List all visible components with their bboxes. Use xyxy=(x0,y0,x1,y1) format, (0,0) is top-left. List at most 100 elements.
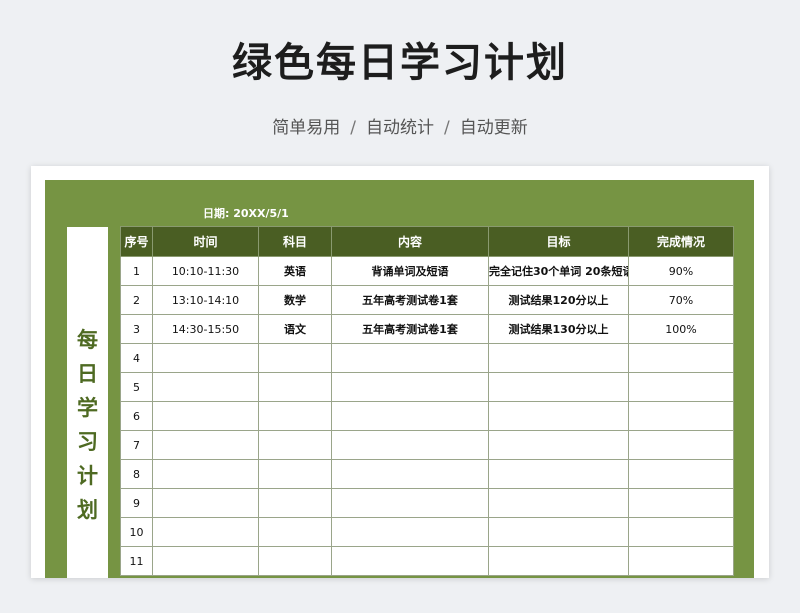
cell-goal[interactable] xyxy=(488,459,629,489)
table-body: 1 10:10-11:30 英语 背诵单词及短语 完全记住30个单词 20条短语 90% 2… xyxy=(120,256,734,576)
column-header-subject: 科目 xyxy=(258,226,332,257)
cell-time[interactable] xyxy=(152,343,259,373)
cell-no[interactable]: 6 xyxy=(120,401,153,431)
table-row: 6 xyxy=(120,401,734,431)
cell-content[interactable] xyxy=(331,401,489,431)
cell-content[interactable] xyxy=(331,343,489,373)
cell-content[interactable] xyxy=(331,459,489,489)
side-label-char: 划 xyxy=(77,498,98,522)
side-label: 每 日 学 习 计 划 xyxy=(67,227,108,578)
cell-completion[interactable]: 70% xyxy=(628,285,734,315)
subtitle: 简单易用 / 自动统计 / 自动更新 xyxy=(0,113,800,138)
cell-no[interactable]: 5 xyxy=(120,372,153,402)
table-row: 3 14:30-15:50 语文 五年高考测试卷1套 测试结果130分以上 100% xyxy=(120,314,734,344)
cell-subject[interactable] xyxy=(258,401,332,431)
cell-no[interactable]: 9 xyxy=(120,488,153,518)
table-row: 9 xyxy=(120,488,734,518)
cell-completion[interactable]: 90% xyxy=(628,256,734,286)
cell-no[interactable]: 2 xyxy=(120,285,153,315)
cell-subject[interactable]: 英语 xyxy=(258,256,332,286)
cell-content[interactable] xyxy=(331,546,489,576)
cell-content[interactable] xyxy=(331,430,489,460)
spreadsheet-preview: 日期: 20XX/5/1 每 日 学 习 计 划 序号 时间 科目 内容 目标 xyxy=(31,166,769,578)
table-row: 5 xyxy=(120,372,734,402)
column-header-no: 序号 xyxy=(120,226,153,257)
table-row: 4 xyxy=(120,343,734,373)
table-row: 7 xyxy=(120,430,734,460)
column-header-goal: 目标 xyxy=(488,226,629,257)
side-label-char: 学 xyxy=(77,396,98,420)
date-label: 日期: 20XX/5/1 xyxy=(203,207,289,220)
subtitle-separator: / xyxy=(350,118,356,138)
cell-time[interactable] xyxy=(152,430,259,460)
green-panel: 日期: 20XX/5/1 每 日 学 习 计 划 序号 时间 科目 内容 目标 xyxy=(45,180,754,578)
cell-completion[interactable] xyxy=(628,401,734,431)
cell-content[interactable]: 五年高考测试卷1套 xyxy=(331,285,489,315)
cell-completion[interactable] xyxy=(628,372,734,402)
cell-no[interactable]: 3 xyxy=(120,314,153,344)
cell-completion[interactable] xyxy=(628,459,734,489)
cell-content[interactable] xyxy=(331,517,489,547)
cell-no[interactable]: 10 xyxy=(120,517,153,547)
cell-subject[interactable] xyxy=(258,372,332,402)
cell-time[interactable] xyxy=(152,546,259,576)
cell-no[interactable]: 4 xyxy=(120,343,153,373)
cell-content[interactable] xyxy=(331,372,489,402)
column-header-completion: 完成情况 xyxy=(628,226,734,257)
cell-goal[interactable]: 完全记住30个单词 20条短语 xyxy=(488,256,629,286)
subtitle-item: 简单易用 xyxy=(272,118,341,138)
subtitle-separator: / xyxy=(444,118,450,138)
subtitle-item: 自动更新 xyxy=(459,118,528,138)
cell-goal[interactable] xyxy=(488,546,629,576)
cell-subject[interactable] xyxy=(258,459,332,489)
side-label-char: 计 xyxy=(77,464,98,488)
cell-goal[interactable]: 测试结果130分以上 xyxy=(488,314,629,344)
cell-completion[interactable] xyxy=(628,546,734,576)
cell-time[interactable]: 10:10-11:30 xyxy=(152,256,259,286)
table-row: 10 xyxy=(120,517,734,547)
table-row: 8 xyxy=(120,459,734,489)
cell-time[interactable] xyxy=(152,517,259,547)
cell-no[interactable]: 7 xyxy=(120,430,153,460)
cell-goal[interactable] xyxy=(488,488,629,518)
cell-time[interactable]: 14:30-15:50 xyxy=(152,314,259,344)
cell-subject[interactable] xyxy=(258,343,332,373)
column-header-time: 时间 xyxy=(152,226,259,257)
side-label-char: 每 xyxy=(77,328,98,352)
table-row: 11 xyxy=(120,546,734,576)
cell-completion[interactable] xyxy=(628,343,734,373)
subtitle-item: 自动统计 xyxy=(366,118,434,138)
cell-time[interactable] xyxy=(152,488,259,518)
cell-no[interactable]: 1 xyxy=(120,256,153,286)
cell-subject[interactable] xyxy=(258,517,332,547)
cell-completion[interactable] xyxy=(628,488,734,518)
cell-subject[interactable] xyxy=(258,430,332,460)
cell-subject[interactable] xyxy=(258,488,332,518)
side-label-char: 习 xyxy=(77,430,98,454)
plan-table: 序号 时间 科目 内容 目标 完成情况 1 10:10-11:30 英语 背诵单词及短… xyxy=(120,226,734,576)
cell-time[interactable] xyxy=(152,459,259,489)
cell-time[interactable] xyxy=(152,372,259,402)
cell-goal[interactable]: 测试结果120分以上 xyxy=(488,285,629,315)
table-row: 1 10:10-11:30 英语 背诵单词及短语 完全记住30个单词 20条短语 90% xyxy=(120,256,734,286)
cell-content[interactable]: 五年高考测试卷1套 xyxy=(331,314,489,344)
cell-goal[interactable] xyxy=(488,517,629,547)
cell-subject[interactable] xyxy=(258,546,332,576)
cell-goal[interactable] xyxy=(488,401,629,431)
cell-no[interactable]: 11 xyxy=(120,546,153,576)
cell-completion[interactable] xyxy=(628,430,734,460)
cell-content[interactable] xyxy=(331,488,489,518)
cell-no[interactable]: 8 xyxy=(120,459,153,489)
cell-completion[interactable] xyxy=(628,517,734,547)
cell-time[interactable] xyxy=(152,401,259,431)
cell-goal[interactable] xyxy=(488,430,629,460)
cell-goal[interactable] xyxy=(488,372,629,402)
page-title: 绿色每日学习计划 xyxy=(232,40,568,86)
cell-subject[interactable]: 语文 xyxy=(258,314,332,344)
cell-content[interactable]: 背诵单词及短语 xyxy=(331,256,489,286)
table-header-row: 序号 时间 科目 内容 目标 完成情况 xyxy=(120,226,734,257)
cell-completion[interactable]: 100% xyxy=(628,314,734,344)
cell-subject[interactable]: 数学 xyxy=(258,285,332,315)
cell-time[interactable]: 13:10-14:10 xyxy=(152,285,259,315)
cell-goal[interactable] xyxy=(488,343,629,373)
